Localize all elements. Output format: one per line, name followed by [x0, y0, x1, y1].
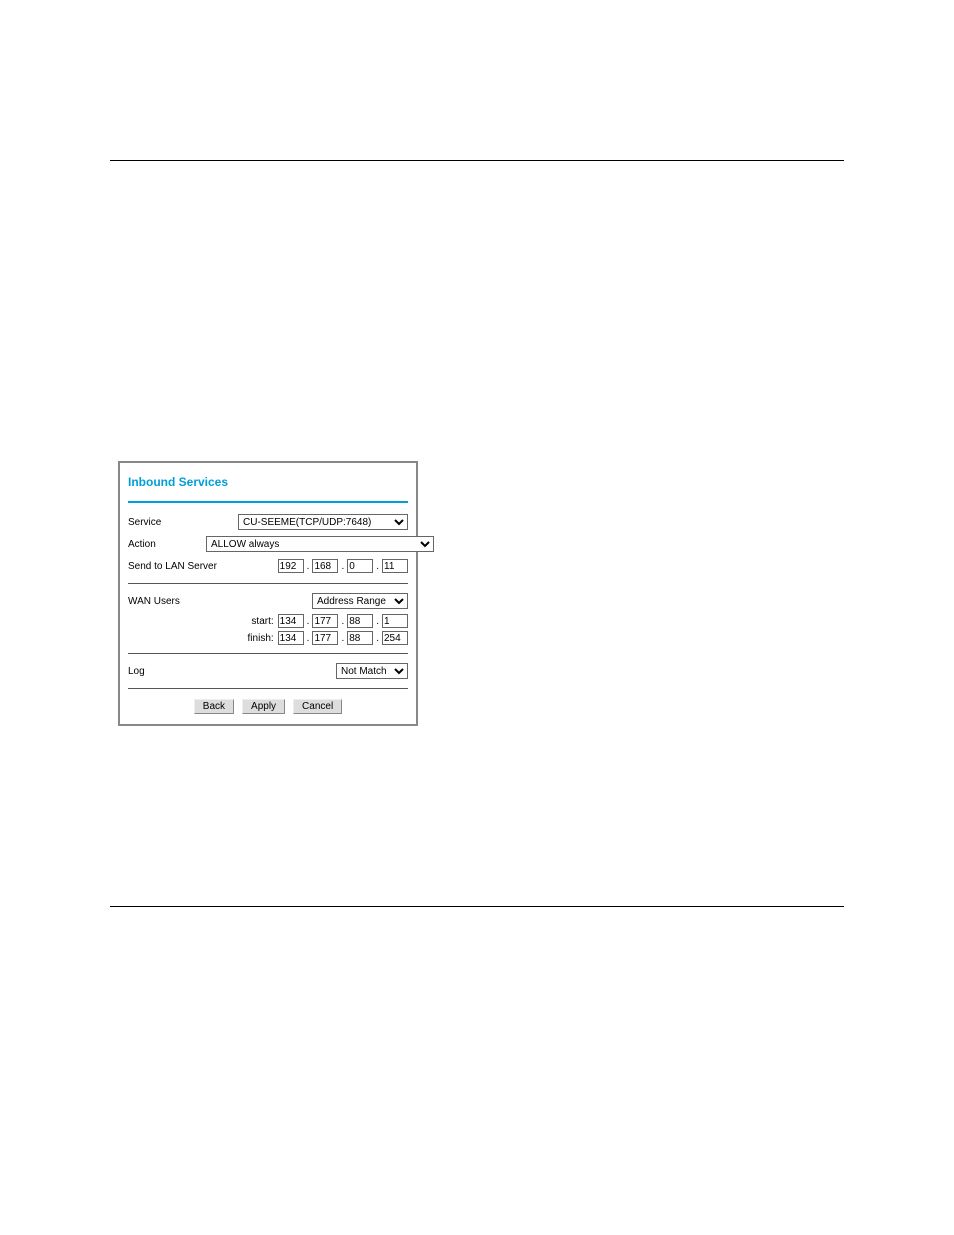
panel-divider [128, 501, 408, 503]
cancel-button[interactable]: Cancel [293, 699, 342, 714]
row-action: Action ALLOW always [128, 535, 408, 553]
wan-start-ip-4[interactable] [382, 614, 408, 628]
row-log: Log Not Match [128, 662, 408, 680]
action-select[interactable]: ALLOW always [206, 536, 434, 552]
apply-button[interactable]: Apply [242, 699, 285, 714]
footer-rule [110, 906, 844, 907]
log-select[interactable]: Not Match [336, 663, 408, 679]
button-row: Back Apply Cancel [128, 699, 408, 714]
row-service: Service CU-SEEME(TCP/UDP:7648) [128, 513, 408, 531]
panel-title: Inbound Services [128, 471, 408, 495]
ip-dot: . [306, 616, 311, 627]
wan-start-ip-2[interactable] [312, 614, 338, 628]
ip-dot: . [340, 561, 345, 572]
ip-dot: . [375, 616, 380, 627]
lan-ip-4[interactable] [382, 559, 408, 573]
wan-start-ip-3[interactable] [347, 614, 373, 628]
lan-ip-3[interactable] [347, 559, 373, 573]
ip-dot: . [306, 561, 311, 572]
wan-finish-ip-4[interactable] [382, 631, 408, 645]
ip-dot: . [375, 561, 380, 572]
action-label: Action [128, 539, 206, 550]
service-label: Service [128, 517, 206, 528]
back-button[interactable]: Back [194, 699, 234, 714]
wan-finish-ip-2[interactable] [312, 631, 338, 645]
document-page: Inbound Services Service CU-SEEME(TCP/UD… [0, 0, 954, 987]
lan-ip-2[interactable] [312, 559, 338, 573]
inbound-services-panel: Inbound Services Service CU-SEEME(TCP/UD… [118, 461, 418, 726]
wan-start-ip-1[interactable] [278, 614, 304, 628]
header-rule [110, 160, 844, 161]
wan-finish-ip-3[interactable] [347, 631, 373, 645]
ip-dot: . [375, 633, 380, 644]
service-select[interactable]: CU-SEEME(TCP/UDP:7648) [238, 514, 408, 530]
wan-users-label: WAN Users [128, 596, 206, 607]
row-wan-start: start: . . . [128, 614, 408, 628]
ip-dot: . [340, 616, 345, 627]
panel-divider-thin [128, 653, 408, 654]
lan-ip-1[interactable] [278, 559, 304, 573]
ip-dot: . [306, 633, 311, 644]
wan-users-select[interactable]: Address Range [312, 593, 408, 609]
panel-divider-thin [128, 583, 408, 584]
ip-dot: . [340, 633, 345, 644]
wan-finish-label: finish: [248, 633, 274, 644]
log-label: Log [128, 666, 206, 677]
send-to-lan-label: Send to LAN Server [128, 561, 228, 572]
wan-start-label: start: [251, 616, 273, 627]
wan-finish-ip-1[interactable] [278, 631, 304, 645]
row-send-to-lan: Send to LAN Server . . . [128, 557, 408, 575]
row-wan-finish: finish: . . . [128, 631, 408, 645]
panel-divider-thin [128, 688, 408, 689]
row-wan-users: WAN Users Address Range [128, 592, 408, 610]
